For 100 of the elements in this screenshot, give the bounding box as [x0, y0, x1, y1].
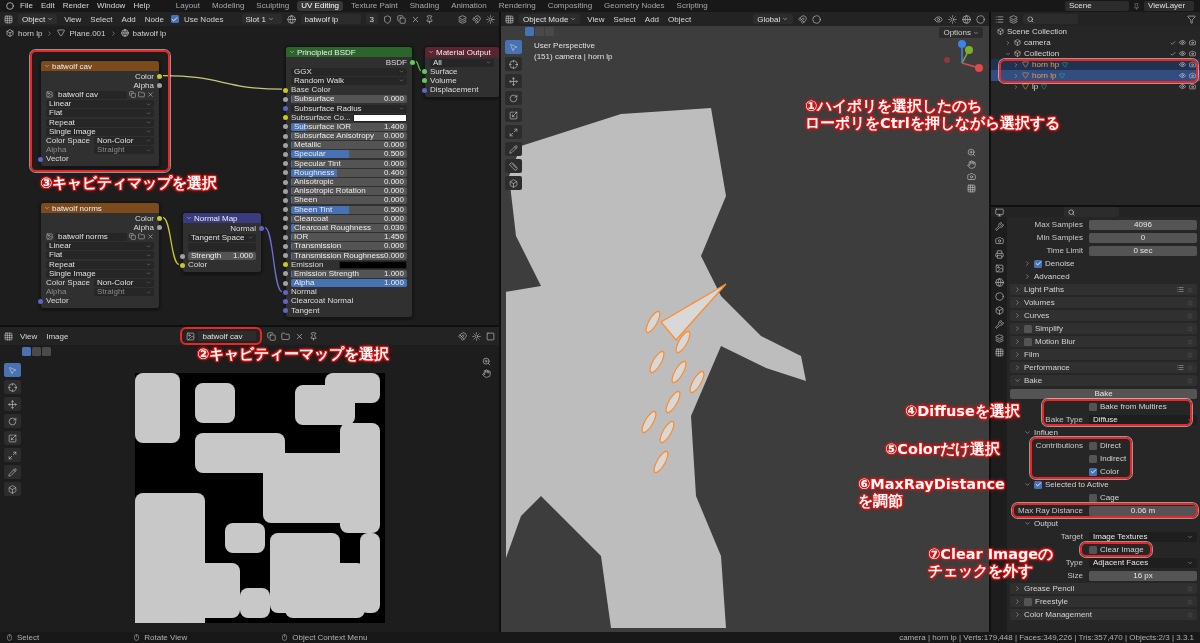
- zoom-icon[interactable]: [482, 357, 491, 366]
- socket-dot[interactable]: [283, 216, 288, 222]
- socket-dot[interactable]: [157, 74, 162, 80]
- node-slider[interactable]: IOR 1.450: [291, 233, 407, 242]
- display-mode-icon[interactable]: [995, 14, 1004, 24]
- checkbox[interactable]: [1089, 545, 1097, 554]
- node-slider[interactable]: Alpha 1.000: [291, 279, 407, 288]
- socket-dot[interactable]: [180, 262, 185, 268]
- mode-dropdown[interactable]: Object Mode: [519, 14, 581, 24]
- node-slider[interactable]: Anisotropic Rotation 0.000: [291, 187, 407, 196]
- checkbox[interactable]: [1089, 402, 1097, 411]
- transform-tool[interactable]: [505, 125, 522, 139]
- node-slider[interactable]: Anisotropic 0.000: [291, 178, 407, 187]
- number-field[interactable]: 0.06 m: [1089, 505, 1197, 516]
- output-tab-icon[interactable]: [994, 250, 1004, 259]
- socket-dot[interactable]: [283, 225, 288, 231]
- workspace-tab[interactable]: Scripting: [672, 1, 712, 11]
- breadcrumb-item[interactable]: batwolf lp: [132, 28, 167, 38]
- zoom-icon[interactable]: [967, 148, 976, 157]
- node-dropdown[interactable]: GGX: [291, 67, 407, 76]
- menu-item[interactable]: Render: [60, 1, 91, 11]
- color-swatch[interactable]: [339, 260, 407, 269]
- scale-tool[interactable]: [505, 108, 522, 122]
- socket-dot[interactable]: [157, 225, 162, 231]
- annotate-tool[interactable]: [4, 465, 21, 479]
- workspace-tab[interactable]: Geometry Nodes: [600, 1, 669, 11]
- node-dropdown[interactable]: Tangent Space: [188, 233, 256, 242]
- snap-icon[interactable]: [798, 14, 808, 24]
- panel-header[interactable]: Color Management: [1010, 609, 1197, 620]
- breadcrumb-item[interactable]: Plane.001: [69, 28, 106, 38]
- eye-icon[interactable]: [1179, 83, 1186, 90]
- checkbox[interactable]: [1089, 454, 1097, 463]
- transform-tool[interactable]: [4, 448, 21, 462]
- socket-dot[interactable]: [422, 78, 427, 84]
- number-field[interactable]: 0 sec: [1089, 245, 1197, 256]
- checkbox[interactable]: [1024, 337, 1032, 346]
- node-dropdown[interactable]: Single Image: [46, 127, 154, 136]
- node-dropdown[interactable]: Non-Color: [94, 278, 154, 287]
- node-slider[interactable]: Subsurface 0.000: [291, 95, 407, 104]
- menu-item[interactable]: Select: [88, 14, 115, 24]
- pin-icon[interactable]: [424, 14, 434, 24]
- editor-type-icon[interactable]: [995, 207, 1004, 217]
- editor-type-icon[interactable]: [505, 14, 514, 24]
- socket-dot[interactable]: [283, 115, 288, 121]
- socket-dot[interactable]: [283, 271, 288, 277]
- node-slider[interactable]: Emission Strength 1.000: [291, 269, 407, 278]
- mode-dropdown[interactable]: Object: [18, 14, 58, 24]
- checkbox[interactable]: [1034, 480, 1042, 489]
- socket-dot[interactable]: [283, 207, 288, 213]
- workspace-tab[interactable]: Texture Paint: [347, 1, 402, 11]
- node-slider[interactable]: Sheen 0.000: [291, 196, 407, 205]
- box-tool[interactable]: [4, 482, 21, 496]
- slot-dropdown[interactable]: Slot 1: [241, 14, 282, 24]
- panel-header[interactable]: Freestyle: [1010, 596, 1197, 607]
- workspace-tab[interactable]: Shading: [405, 1, 444, 11]
- copy-icon[interactable]: [396, 14, 406, 24]
- socket-dot[interactable]: [283, 289, 288, 295]
- filter-icon[interactable]: [1187, 14, 1196, 24]
- panel-header[interactable]: Grease Pencil: [1010, 583, 1197, 594]
- menu-item[interactable]: Add: [642, 14, 662, 24]
- close-icon[interactable]: [410, 14, 420, 24]
- add-cube-tool[interactable]: [505, 176, 522, 190]
- view-layer-field[interactable]: ViewLayer: [1144, 1, 1194, 11]
- workspace-tab[interactable]: UV Editing: [297, 1, 344, 11]
- menu-item[interactable]: Select: [611, 14, 638, 24]
- checkbox[interactable]: [170, 15, 179, 23]
- socket-dot[interactable]: [422, 87, 427, 93]
- shader-node[interactable]: Material Output All Surface Volume Displacement: [424, 46, 499, 98]
- shader-node[interactable]: Normal Map Normal Tangent Space Strength 1.000 Color: [182, 212, 262, 273]
- uv-map-field[interactable]: [188, 242, 256, 251]
- breadcrumb-item[interactable]: horn lp: [18, 28, 43, 38]
- socket-dot[interactable]: [283, 298, 288, 304]
- checkbox[interactable]: [1024, 597, 1032, 606]
- panel-header[interactable]: Light Paths: [1010, 284, 1197, 295]
- socket-dot[interactable]: [422, 69, 427, 75]
- eye-icon[interactable]: [1179, 39, 1186, 46]
- node-slider[interactable]: Clearcoat Roughness 0.030: [291, 223, 407, 232]
- modifier-tab-icon[interactable]: [994, 320, 1004, 329]
- annotate-tool[interactable]: [505, 142, 522, 156]
- subpanel-header[interactable]: Advanced: [1020, 271, 1197, 282]
- pin-icon[interactable]: [309, 331, 319, 341]
- subpanel-header[interactable]: Influen: [1020, 427, 1197, 438]
- image-field[interactable]: batwolf norms: [55, 232, 127, 241]
- socket-dot[interactable]: [38, 298, 43, 304]
- checkbox[interactable]: [1024, 324, 1032, 333]
- outliner-row[interactable]: horn lp: [991, 70, 1200, 81]
- measure-tool[interactable]: [505, 159, 522, 173]
- node-dropdown[interactable]: Repeat: [46, 260, 154, 269]
- menu-item[interactable]: Node: [142, 14, 166, 24]
- render-tab-icon[interactable]: [994, 236, 1004, 245]
- socket-dot[interactable]: [283, 96, 288, 102]
- copy-icon[interactable]: [267, 331, 277, 341]
- number-field[interactable]: 4096: [1089, 219, 1197, 230]
- workspace-tab[interactable]: Animation: [447, 1, 491, 11]
- orientation-dropdown[interactable]: Global: [753, 14, 794, 24]
- eye-icon[interactable]: [1179, 61, 1186, 68]
- shield-icon[interactable]: [382, 14, 392, 24]
- checkbox[interactable]: [1089, 493, 1097, 502]
- menu-item[interactable]: View: [585, 14, 607, 24]
- workspace-tab[interactable]: Rendering: [494, 1, 540, 11]
